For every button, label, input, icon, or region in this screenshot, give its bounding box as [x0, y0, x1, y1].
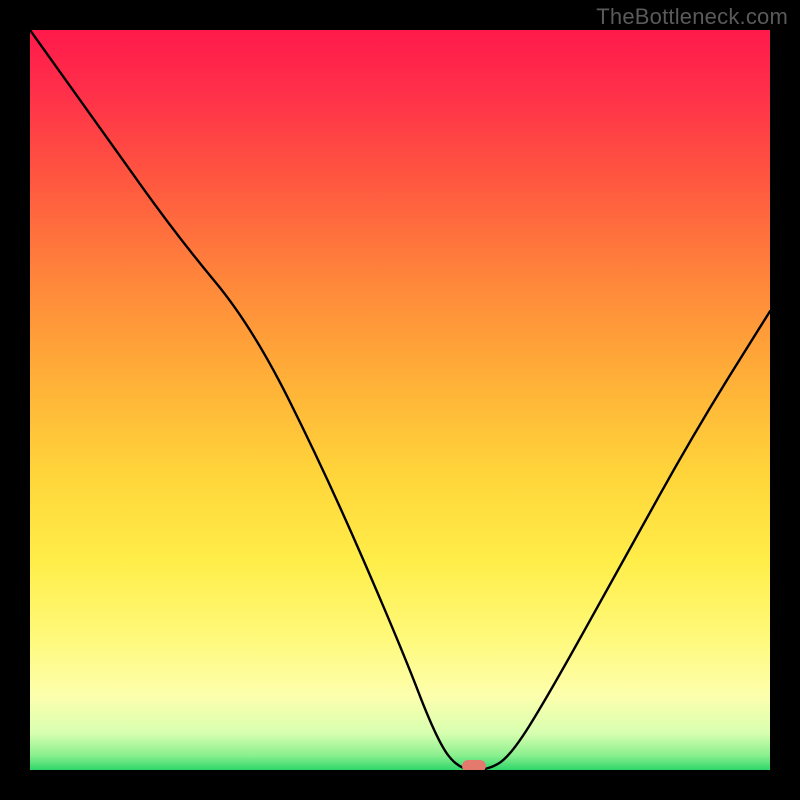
chart-frame: TheBottleneck.com [0, 0, 800, 800]
curve-path [30, 30, 770, 770]
optimal-marker [462, 760, 486, 770]
bottleneck-curve [30, 30, 770, 770]
plot-area [30, 30, 770, 770]
watermark-text: TheBottleneck.com [596, 4, 788, 30]
